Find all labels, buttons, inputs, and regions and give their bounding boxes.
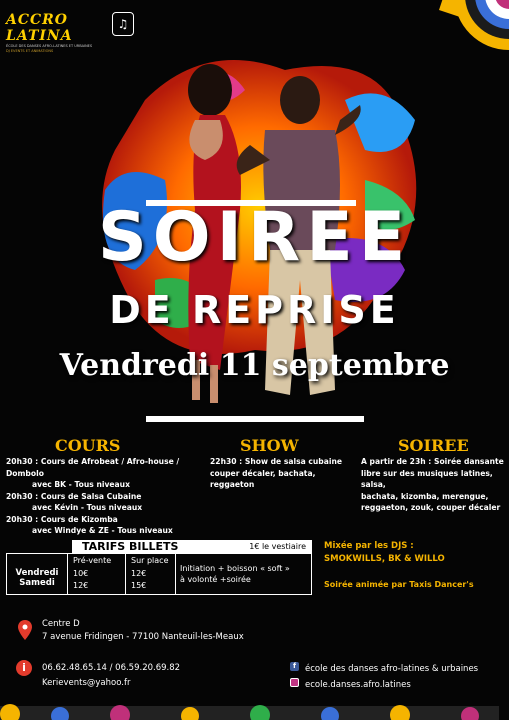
table-divider [125, 554, 126, 594]
event-date: Vendredi 11 septembre [59, 348, 450, 383]
animation-info: Soirée animée par Taxis Dancer's [324, 580, 474, 589]
event-title: SOIREE [97, 198, 412, 277]
day-friday: Vendredi [15, 568, 59, 578]
event-subtitle: DE REPRISE [109, 288, 400, 332]
dj-info: Mixée par les DJS : SMOKWILLS, BK & WILL… [324, 540, 504, 566]
contact-info: 06.62.48.65.14 / 06.59.20.69.82 Kerieven… [42, 661, 180, 691]
show-details: 22h30 : Show de salsa cubaine couper déc… [210, 456, 350, 491]
soiree-line: reggaeton, zouk, couper décaler [361, 503, 501, 512]
table-divider [67, 554, 68, 594]
dj-intro: Mixée par les DJS : [324, 541, 414, 551]
col-presale-header: Pré-vente [73, 556, 112, 565]
col-onsite-header: Sur place [131, 556, 169, 565]
days-label: Vendredi Samedi [7, 568, 67, 588]
cours-heading: COURS [55, 436, 121, 455]
title-bar-bottom [146, 416, 364, 422]
ticket-prices-header: TARIFS BILLETS 1€ le vestiaire [72, 540, 312, 553]
info-icon: i [16, 660, 32, 676]
price-onsite-2: 15€ [131, 581, 147, 590]
event-poster: ACCRO LATINA ÉCOLE DES DANSES AFRO-LATIN… [0, 0, 509, 720]
table-divider [175, 554, 176, 594]
soiree-details: A partir de 23h : Soirée dansante libre … [361, 456, 506, 514]
instagram-handle: ecole.danses.afro.latines [305, 680, 411, 690]
venue-street: 7 avenue Fridingen - 77100 Nanteuil-les-… [42, 632, 244, 642]
location-pin-icon [18, 620, 32, 640]
ticket-prices-table: TARIFS BILLETS 1€ le vestiaire Vendredi … [6, 540, 312, 595]
logo-tagline: DJ EVENTS ET ANIMATIONS [6, 49, 54, 53]
show-line: couper décaler, bachata, reggaeton [210, 468, 316, 490]
logo-title: ACCRO LATINA [6, 12, 73, 44]
show-line: 22h30 : Show de salsa cubaine [210, 457, 343, 466]
ticket-prices-body: Vendredi Samedi Pré-vente Sur place 10€ … [6, 553, 312, 595]
venue-name: Centre D [42, 619, 80, 629]
venue-address: Centre D 7 avenue Fridingen - 77100 Nant… [42, 618, 244, 644]
dj-names: SMOKWILLS, BK & WILLO [324, 554, 445, 564]
cloakroom-price: 1€ le vestiaire [249, 542, 306, 551]
cours-line: 20h30 : Cours de Afrobeat / Afro-house /… [6, 457, 180, 478]
price-presale-2: 12€ [73, 581, 89, 590]
cours-line: avec Windye & ZE - Tous niveaux [32, 526, 173, 535]
contact-email: Kerievents@yahoo.fr [42, 678, 131, 688]
cours-details: 20h30 : Cours de Afrobeat / Afro-house /… [6, 456, 206, 537]
instagram-icon [290, 678, 299, 687]
offer-line-2: à volonté +soirée [180, 575, 251, 584]
day-saturday: Samedi [19, 578, 55, 588]
show-heading: SHOW [240, 436, 299, 455]
school-logo: ACCRO LATINA ÉCOLE DES DANSES AFRO-LATIN… [6, 12, 98, 53]
cours-line: 20h30 : Cours de Salsa Cubaine [6, 491, 142, 501]
contact-phones: 06.62.48.65.14 / 06.59.20.69.82 [42, 663, 181, 673]
wax-pattern-bottom [0, 704, 499, 720]
price-onsite-1: 12€ [131, 569, 147, 578]
facebook-name: école des danses afro-latines & urbaines [305, 664, 479, 674]
offer-line-1: Initiation + boisson « soft » [180, 564, 290, 573]
cours-line: 20h30 : Cours de Kizomba [6, 514, 118, 524]
wax-pattern-decoration [439, 0, 509, 50]
soiree-line: libre sur des musiques latines, salsa, [361, 468, 493, 490]
music-note-icon: ♫ [112, 12, 134, 36]
soiree-heading: SOIREE [398, 436, 469, 455]
facebook-icon: f [290, 662, 299, 671]
price-presale-1: 10€ [73, 569, 89, 578]
cours-line: avec Kévin - Tous niveaux [32, 503, 143, 512]
social-links: école des danses afro-latines & urbaines… [305, 661, 478, 693]
cours-line: avec BK - Tous niveaux [32, 480, 130, 489]
soiree-line: A partir de 23h : Soirée dansante [361, 457, 504, 466]
ticket-prices-title: TARIFS BILLETS [82, 540, 179, 553]
soiree-line: bachata, kizomba, merengue, [361, 491, 489, 501]
